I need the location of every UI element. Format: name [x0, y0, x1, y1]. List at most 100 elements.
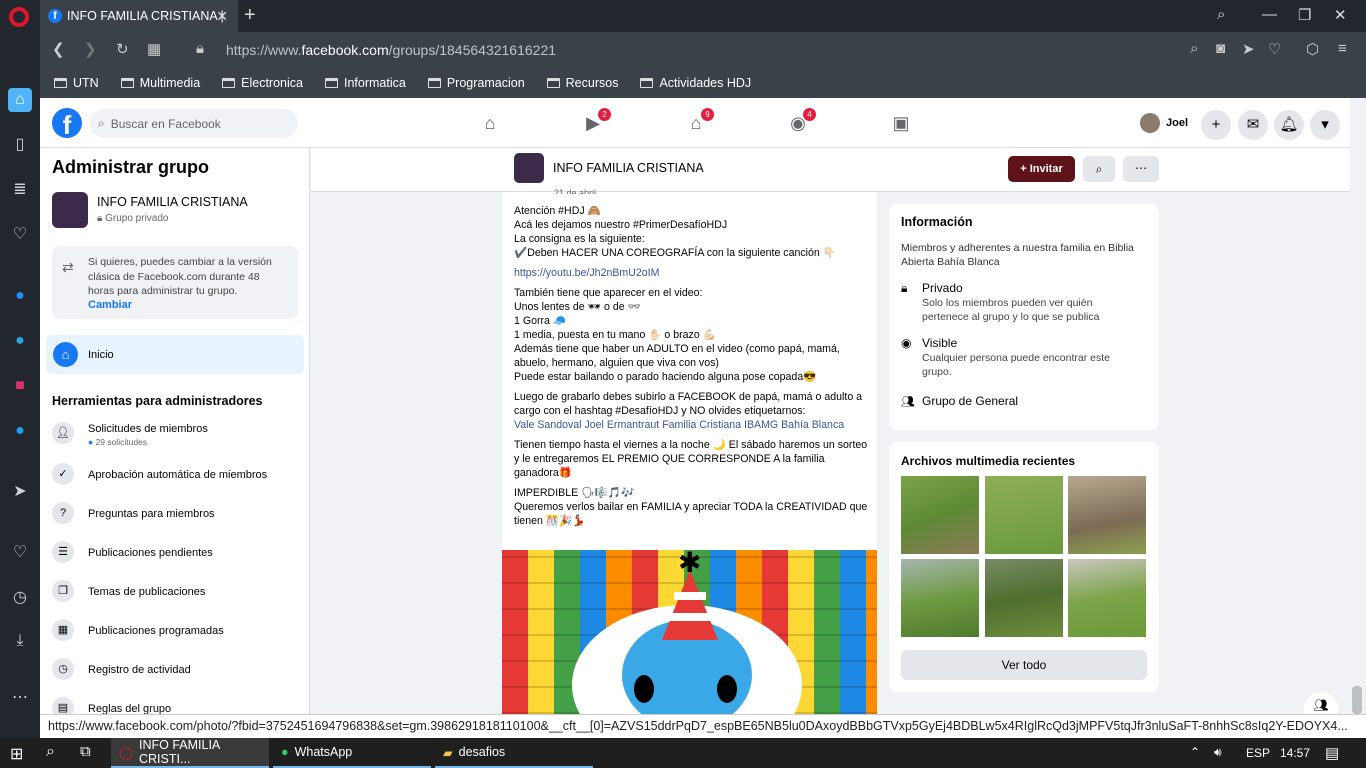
youtube-link[interactable]: https://youtu.be/Jh2nBmU2oIM — [514, 266, 869, 280]
opera-logo-icon[interactable] — [9, 7, 29, 27]
new-tab-icon[interactable]: + — [244, 4, 256, 27]
bookmark-folder[interactable]: Programacion — [427, 76, 525, 90]
tray-chevron-icon[interactable]: ⌃ — [1190, 745, 1200, 759]
user-name[interactable]: Joel — [1166, 117, 1188, 129]
media-thumbnail[interactable] — [1068, 559, 1146, 637]
post-date[interactable]: 21 de abril — [554, 188, 596, 194]
watch-nav-icon[interactable]: ▶ 2 — [582, 108, 611, 135]
gaming-nav-icon[interactable]: ▣ — [890, 113, 912, 135]
folder-icon — [546, 78, 560, 88]
group-header-name[interactable]: INFO FAMILIA CRISTIANA — [553, 161, 704, 175]
heart-shield-icon[interactable]: ♡ — [8, 223, 32, 247]
invite-button[interactable]: + Invitar — [1008, 156, 1075, 182]
list-icon[interactable]: ≣ — [8, 178, 32, 202]
maximize-icon[interactable]: ❐ — [1298, 6, 1311, 24]
task-view-icon[interactable]: ⧉ — [80, 743, 91, 760]
book-icon[interactable]: ▯ — [8, 133, 32, 157]
folder-icon — [640, 78, 654, 88]
instagram-icon[interactable]: ■ — [8, 374, 32, 398]
speaker-icon[interactable]: 🔊︎ — [1214, 745, 1222, 760]
media-thumbnail[interactable] — [901, 476, 979, 554]
url-field[interactable]: https://www.facebook.com/groups/18456432… — [226, 42, 556, 58]
create-button[interactable]: + — [1201, 110, 1231, 140]
tool-pending-posts[interactable]: Publicaciones pendientes — [88, 547, 213, 559]
favorites-icon[interactable]: ♡ — [8, 541, 32, 565]
post-text: Atención #HDJ 🙈 Acá les dejamos nuestro … — [514, 204, 869, 528]
tool-member-requests[interactable]: Solicitudes de miembros — [88, 423, 208, 435]
tool-activity-log[interactable]: Registro de actividad — [88, 664, 191, 676]
home-item[interactable] — [46, 335, 304, 374]
new-chat-icon[interactable]: 👥︎ — [1304, 692, 1338, 714]
heart-icon[interactable]: ♡ — [1268, 40, 1281, 58]
tool-topics[interactable]: Temas de publicaciones — [88, 586, 205, 598]
group-more-button[interactable]: ⋯ — [1123, 156, 1159, 182]
windows-start-icon[interactable]: ⊞ — [10, 744, 23, 764]
search-icon[interactable]: ⌕ — [46, 743, 55, 761]
search-tabs-icon[interactable]: ⌕ — [1217, 6, 1225, 23]
group-header-avatar[interactable] — [514, 153, 544, 183]
notifications-icon[interactable]: ▤ — [1325, 744, 1339, 762]
folder-icon: ▰ — [443, 745, 453, 760]
post-image[interactable]: ✱ — [502, 550, 877, 714]
close-tab-icon[interactable]: ✕ — [216, 8, 228, 25]
bookmark-folder[interactable]: Recursos — [546, 76, 618, 90]
history-icon[interactable]: ◷ — [8, 586, 32, 610]
box-icon[interactable]: ⬡ — [1306, 40, 1319, 58]
see-all-button[interactable]: Ver todo — [901, 650, 1147, 680]
group-search-button[interactable]: ⌕ — [1083, 156, 1115, 182]
scrollbar-thumb[interactable] — [1352, 686, 1362, 714]
home-icon[interactable]: ⌂ — [8, 88, 32, 112]
send-icon[interactable]: ➤ — [1242, 40, 1255, 58]
change-link[interactable]: Cambiar — [88, 299, 132, 311]
media-thumbnail[interactable] — [1068, 476, 1146, 554]
tool-questions[interactable]: Preguntas para miembros — [88, 508, 215, 520]
downloads-icon[interactable]: ⤓ — [8, 629, 32, 653]
home-nav-icon[interactable]: ⌂ — [479, 113, 501, 135]
taskbar-whatsapp[interactable]: ● WhatsApp — [273, 738, 431, 768]
taskbar-folder[interactable]: ▰ desafios — [435, 738, 593, 768]
tool-scheduled-posts[interactable]: Publicaciones programadas — [88, 625, 224, 637]
media-thumbnail[interactable] — [985, 476, 1063, 554]
group-avatar[interactable] — [52, 192, 88, 228]
marketplace-nav-icon[interactable]: ⌂ 9 — [685, 108, 714, 135]
tool-auto-approve[interactable]: Aprobación automática de miembros — [88, 469, 267, 481]
bookmark-folder[interactable]: Informatica — [324, 76, 406, 90]
media-thumbnail[interactable] — [901, 559, 979, 637]
speed-dial-icon[interactable]: ▦ — [147, 40, 161, 58]
page-scrollbar[interactable] — [1350, 98, 1366, 714]
more-icon[interactable]: ⋯ — [8, 686, 32, 710]
groups-nav-icon[interactable]: ◉ 4 — [787, 108, 816, 135]
messenger-icon[interactable]: ● — [8, 284, 32, 308]
telegram-icon[interactable]: ● — [8, 329, 32, 353]
close-window-icon[interactable]: ✕ — [1334, 6, 1347, 24]
browser-tab[interactable]: f INFO FAMILIA CRISTIANA | ✕ — [40, 0, 238, 32]
bookmark-folder[interactable]: Actividades HDJ — [640, 76, 751, 90]
language-indicator[interactable]: ESP — [1246, 746, 1270, 760]
camera-icon[interactable]: ◙ — [1216, 40, 1225, 57]
tagged-people[interactable]: Vale Sandoval Joel Ermantraut Familia Cr… — [514, 418, 869, 432]
taskbar-opera[interactable]: ◯ INFO FAMILIA CRISTI... — [111, 738, 269, 768]
forward-icon[interactable]: ❯ — [84, 40, 97, 58]
send-icon[interactable]: ➤ — [8, 480, 32, 504]
bookmark-folder[interactable]: Electronica — [222, 76, 303, 90]
find-icon[interactable]: ⌕ — [1190, 40, 1198, 57]
account-menu-button[interactable]: ▾ — [1310, 110, 1340, 140]
menu-icon[interactable]: ≡ — [1338, 40, 1347, 57]
messenger-button[interactable]: ✉ — [1238, 110, 1268, 140]
avatar[interactable] — [1140, 113, 1160, 133]
clock[interactable]: 14:57 — [1280, 746, 1310, 760]
back-icon[interactable]: ❮ — [52, 40, 65, 58]
reload-icon[interactable]: ↻ — [116, 40, 129, 58]
eye-icon: ◉ — [901, 336, 912, 350]
media-thumbnail[interactable] — [985, 559, 1063, 637]
bookmark-folder[interactable]: Multimedia — [120, 76, 200, 90]
facebook-search[interactable]: ⌕ Buscar en Facebook — [90, 109, 298, 138]
facebook-logo[interactable]: f — [52, 108, 82, 140]
minimize-icon[interactable]: — — [1262, 6, 1277, 23]
tab-title: INFO FAMILIA CRISTIANA | — [67, 9, 224, 23]
group-name[interactable]: INFO FAMILIA CRISTIANA — [97, 195, 248, 209]
bookmark-folder[interactable]: UTN — [54, 76, 99, 90]
twitter-icon[interactable]: ● — [8, 419, 32, 443]
notifications-button[interactable]: 🔔︎ — [1274, 110, 1304, 140]
status-url: https://www.facebook.com/photo/?fbid=375… — [40, 714, 1366, 738]
